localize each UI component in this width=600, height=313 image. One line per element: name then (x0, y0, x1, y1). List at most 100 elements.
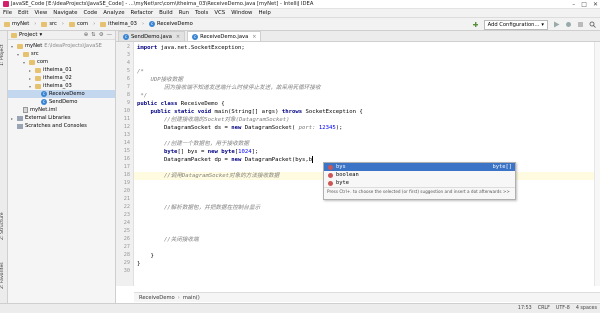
line-number: 4 (126, 60, 130, 66)
line-number: 28 (123, 252, 130, 258)
nav-crumb[interactable]: c ReceiveDemo (147, 21, 195, 27)
code-line: //关闭接收端 (137, 237, 199, 243)
tree-item[interactable]: ▾ com (8, 58, 115, 66)
project-tool-tab[interactable]: 1: Project (0, 35, 8, 75)
tree-item[interactable]: c ReceiveDemo (8, 90, 115, 98)
nav-crumb[interactable]: itheima_03 (98, 21, 139, 27)
tree-item[interactable]: myNet.iml (8, 106, 115, 114)
tree-item[interactable]: ▸ External Libraries (8, 114, 115, 122)
search-icon[interactable] (589, 21, 596, 28)
line-number-gutter: 2 3 4 5 6 7 8 9 10 11 12 13 14 15 16 17 18 19 20 21 22 23 24 25… (116, 42, 134, 286)
menu-build[interactable]: Build (159, 10, 173, 16)
line-number: 24 (123, 220, 130, 226)
menu-edit[interactable]: Edit (18, 10, 28, 16)
project-tree: ▾ myNet E:\IdeaProjects\JavaSE ▾ src ▾ com ▸ ith… (8, 40, 115, 130)
folder-icon (35, 67, 41, 73)
collapse-icon[interactable]: ⇅ (91, 32, 96, 38)
menu-vcs[interactable]: VCS (214, 10, 225, 16)
build-hammer-icon[interactable] (472, 21, 479, 28)
tree-item[interactable]: Scratches and Consoles (8, 122, 115, 130)
stop-icon[interactable] (577, 21, 584, 28)
menu-analyze[interactable]: Analyze (103, 10, 124, 16)
project-folder-icon (11, 32, 17, 38)
menu-help[interactable]: Help (258, 10, 270, 16)
expand-arrow-icon[interactable]: ▸ (29, 76, 33, 81)
add-configuration-button[interactable]: Add Configuration... ▾ (483, 19, 548, 30)
status-item[interactable]: 4 spaces (576, 306, 597, 311)
status-item[interactable]: 17:53 (518, 306, 532, 311)
menu-bar: File Edit View Navigate Code Analyze Refactor B… (0, 9, 600, 18)
gear-icon[interactable]: ⚙ (99, 32, 104, 38)
tree-item[interactable]: ▸ itheima_02 (8, 74, 115, 82)
run-icon[interactable] (553, 21, 560, 28)
project-panel-title[interactable]: Project (19, 32, 37, 38)
code-line: } (137, 253, 154, 259)
chevron-down-icon[interactable]: ▾ (39, 32, 42, 38)
status-item[interactable]: CRLF (538, 306, 550, 311)
menu-window[interactable]: Window (231, 10, 252, 16)
tree-item[interactable]: ▾ itheima_03 (8, 82, 115, 90)
hide-icon[interactable]: — (107, 32, 112, 38)
tree-item[interactable]: c SendDemo (8, 98, 115, 106)
expand-arrow-icon[interactable]: ▾ (29, 84, 33, 89)
completion-item[interactable]: boolean (324, 171, 515, 179)
editor-breadcrumb: ReceiveDemo › main() (134, 292, 600, 302)
menu-refactor[interactable]: Refactor (131, 10, 154, 16)
editor-scrollbar[interactable] (594, 42, 600, 286)
code-line: } (137, 261, 141, 267)
code-line: */ (137, 93, 148, 99)
favorites-tool-tab[interactable]: 2: Favorites (0, 256, 8, 296)
code-line: public class ReceiveDemo { (137, 101, 225, 107)
expand-arrow-icon[interactable]: ▸ (11, 116, 15, 121)
completion-item[interactable]: bys byte[] (324, 163, 515, 171)
expand-arrow-icon[interactable]: ▾ (17, 52, 21, 57)
completion-item-name: bys (336, 164, 346, 170)
project-panel: Project ▾ ⊕ ⇅ ⚙ — ▾ myNet E:\IdeaProjects\… (8, 31, 116, 303)
expand-arrow-icon[interactable]: ▾ (11, 44, 15, 49)
nav-crumb-label: itheima_03 (108, 21, 137, 27)
editor-tab[interactable]: c SendDemo.java × (118, 31, 186, 41)
locate-icon[interactable]: ⊕ (84, 32, 89, 38)
close-icon[interactable]: × (252, 34, 256, 40)
editor-tab-bar: c SendDemo.java × c ReceiveDemo.java × (116, 31, 600, 42)
tree-item-label: itheima_02 (43, 75, 72, 81)
nav-crumb[interactable]: myNet (2, 21, 31, 27)
tree-item[interactable]: ▸ itheima_01 (8, 66, 115, 74)
close-button[interactable]: ✕ (593, 1, 598, 8)
tree-item-label: SendDemo (49, 99, 78, 105)
menu-navigate[interactable]: Navigate (53, 10, 77, 16)
line-number: 11 (123, 116, 130, 122)
tree-item-label: ReceiveDemo (49, 91, 85, 97)
maximize-button[interactable]: □ (581, 1, 587, 8)
chevron-right-icon: › (61, 21, 64, 27)
breadcrumb-separator: › (177, 294, 180, 301)
structure-tool-tab[interactable]: Z: Structure (0, 206, 8, 246)
tree-item[interactable]: ▾ src (8, 50, 115, 58)
completion-item-type: byte[] (492, 164, 512, 170)
close-icon[interactable]: × (176, 34, 180, 40)
menu-run[interactable]: Run (179, 10, 189, 16)
expand-arrow-icon[interactable]: ▾ (23, 60, 27, 65)
nav-crumb[interactable]: src (39, 21, 59, 27)
tree-item[interactable]: ▾ myNet E:\IdeaProjects\JavaSE (8, 42, 115, 50)
menu-tools[interactable]: Tools (195, 10, 208, 16)
expand-arrow-icon[interactable]: ▸ (29, 68, 33, 73)
minimize-button[interactable]: – (572, 1, 575, 8)
line-number: 9 (126, 100, 130, 106)
debug-icon[interactable] (565, 21, 572, 28)
menu-code[interactable]: Code (83, 10, 97, 16)
breadcrumb-class[interactable]: ReceiveDemo (139, 295, 175, 301)
tree-item-label: myNet.iml (30, 107, 57, 113)
menu-view[interactable]: View (34, 10, 47, 16)
status-item[interactable]: UTF-8 (556, 306, 570, 311)
tree-item-label: myNet (25, 43, 43, 49)
nav-crumb[interactable]: com (67, 21, 90, 27)
breadcrumb-method[interactable]: main() (183, 295, 200, 301)
tree-item-label: src (31, 51, 39, 57)
code-completion-popup[interactable]: bys byte[] boolean byte Press Ctrl+. to choo… (323, 162, 516, 200)
code-line: import java.net.SocketException; (137, 45, 245, 51)
editor-tab[interactable]: c ReceiveDemo.java × (187, 31, 262, 41)
menu-file[interactable]: File (3, 10, 12, 16)
class-icon: c (41, 99, 47, 105)
completion-item[interactable]: byte (324, 179, 515, 187)
